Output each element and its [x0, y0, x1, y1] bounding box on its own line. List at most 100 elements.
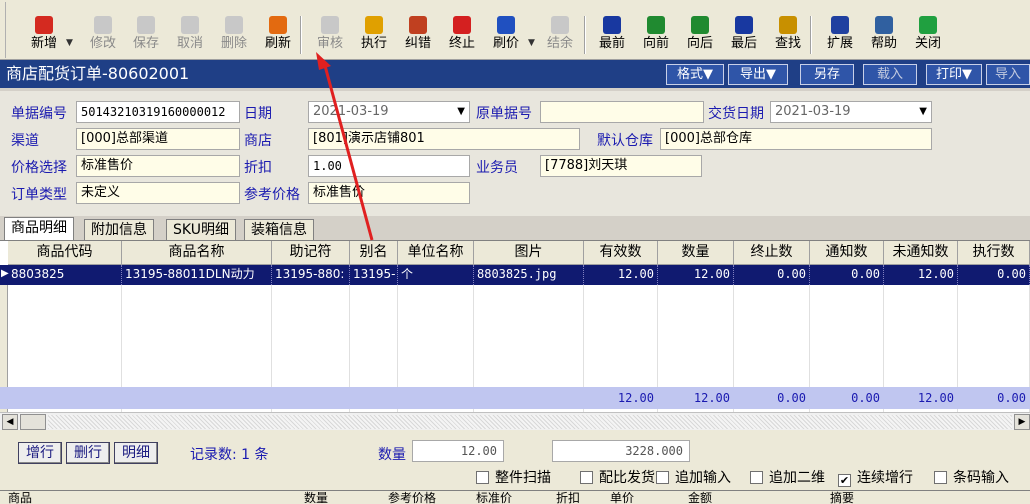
toolbar-correct-button[interactable]: 纠错	[396, 12, 440, 58]
table-cell[interactable]: 8803825	[8, 265, 122, 285]
checkbox-icon[interactable]	[750, 471, 763, 484]
toolbar-help-button[interactable]: 帮助	[862, 12, 906, 58]
column-header[interactable]: 别名	[350, 241, 398, 265]
channel-field[interactable]: [000]总部渠道	[76, 128, 240, 150]
clerk-field[interactable]: [7788]刘天琪	[540, 155, 702, 177]
default-warehouse-field[interactable]: [000]总部仓库	[660, 128, 932, 150]
checkbox-icon[interactable]	[476, 471, 489, 484]
delete-row-button[interactable]: 删行	[66, 442, 110, 464]
table-cell[interactable]: 0.00	[958, 265, 1030, 285]
table-cell[interactable]: 12.00	[584, 265, 658, 285]
column-header[interactable]: 终止数	[734, 241, 810, 265]
cancel-icon	[181, 16, 199, 34]
column-header[interactable]: 助记符	[272, 241, 350, 265]
toolbar-cancel-button[interactable]: 取消	[168, 12, 212, 58]
column-header[interactable]: 执行数	[958, 241, 1030, 265]
ref-price-field[interactable]: 标准售价	[308, 182, 470, 204]
horizontal-scrollbar[interactable]: ◀ ▶	[0, 412, 1030, 430]
date-label: 日期	[244, 106, 272, 122]
table-cell[interactable]: 8803825.jpg	[474, 265, 584, 285]
toolbar-price-button[interactable]: 刷价	[484, 12, 528, 58]
tab-product-detail[interactable]: 商品明细	[4, 217, 74, 240]
column-header[interactable]: 通知数	[810, 241, 884, 265]
price-dropdown-icon[interactable]: ▼	[528, 38, 535, 48]
delivery-date-field[interactable]: 2021-03-19 ▼	[770, 101, 932, 123]
toolbar-audit-button[interactable]: 审核	[308, 12, 352, 58]
discount-field[interactable]: 1.00	[308, 155, 470, 177]
checkbox-icon[interactable]	[656, 471, 669, 484]
table-row[interactable]: ▶ 8803825 13195-88011DLN动力 13195-880: 13195…	[0, 265, 1030, 285]
toolbar-grid-button[interactable]: 扩展	[818, 12, 862, 58]
price-select-field[interactable]: 标准售价	[76, 155, 240, 177]
doc-no-field[interactable]: 50143210319160000012	[76, 101, 240, 123]
toolbar-find-button[interactable]: 查找	[766, 12, 810, 58]
save-as-button[interactable]: 另存	[800, 64, 854, 85]
scroll-right-icon[interactable]: ▶	[1014, 414, 1030, 430]
table-cell[interactable]: 13195-880:	[272, 265, 350, 285]
store-field[interactable]: [801]演示店铺801	[308, 128, 580, 150]
table-cell[interactable]: 个	[398, 265, 474, 285]
column-header[interactable]: 未通知数	[884, 241, 958, 265]
column-header[interactable]: 商品代码	[8, 241, 122, 265]
checkbox-option[interactable]: ✔ 连续增行	[838, 467, 913, 487]
checkbox-option[interactable]: 配比发货	[580, 467, 655, 487]
import-button[interactable]: 导入	[986, 64, 1030, 85]
checkbox-label: 连续增行	[857, 470, 913, 486]
toolbar-balance-button[interactable]: 结余	[538, 12, 582, 58]
toolbar-stop-button[interactable]: 终止	[440, 12, 484, 58]
toolbar-close-button[interactable]: 关闭	[906, 12, 950, 58]
export-menu-button[interactable]: 导出▼	[728, 64, 788, 85]
column-header[interactable]: 商品名称	[122, 241, 272, 265]
table-cell[interactable]: 0.00	[734, 265, 810, 285]
scroll-left-icon[interactable]: ◀	[2, 414, 18, 430]
column-header[interactable]: 有效数	[584, 241, 658, 265]
tab-packing-info[interactable]: 装箱信息	[244, 219, 314, 240]
checkbox-option[interactable]: 追加二维	[750, 467, 825, 487]
checkbox-option[interactable]: 条码输入	[934, 467, 1009, 487]
column-header[interactable]: 单位名称	[398, 241, 474, 265]
checkbox-label: 配比发货	[599, 470, 655, 486]
toolbar-edit-button[interactable]: 修改	[81, 12, 125, 58]
add-row-button[interactable]: 增行	[18, 442, 62, 464]
toolbar-add-button[interactable]: 新增	[22, 12, 66, 58]
toolbar-grip[interactable]	[0, 2, 6, 58]
ref-price-label: 参考价格	[244, 187, 300, 203]
chevron-down-icon[interactable]: ▼	[457, 102, 465, 122]
order-type-field[interactable]: 未定义	[76, 182, 240, 204]
toolbar-save-button[interactable]: 保存	[124, 12, 168, 58]
table-cell[interactable]: 12.00	[884, 265, 958, 285]
checkbox-checked-icon[interactable]: ✔	[838, 474, 851, 487]
toolbar-next-button[interactable]: 向后	[678, 12, 722, 58]
scroll-thumb[interactable]	[20, 414, 46, 430]
table-cell[interactable]: 0.00	[810, 265, 884, 285]
tab-extra-info[interactable]: 附加信息	[84, 219, 154, 240]
table-cell[interactable]: 12.00	[658, 265, 734, 285]
orig-doc-field[interactable]	[540, 101, 704, 123]
chevron-down-icon[interactable]: ▼	[919, 102, 927, 122]
column-header[interactable]: 图片	[474, 241, 584, 265]
scroll-track[interactable]	[48, 415, 1012, 429]
toolbar-refresh-button[interactable]: 刷新	[256, 12, 300, 58]
product-grid[interactable]: 商品代码 商品名称 助记符 别名 单位名称 图片 有效数 数量 终止数 通知数 未通知数 执行数 ▶ …	[0, 240, 1030, 412]
toolbar-last-button[interactable]: 最后	[722, 12, 766, 58]
format-menu-button[interactable]: 格式▼	[666, 64, 724, 85]
detail-button[interactable]: 明细	[114, 442, 158, 464]
toolbar-execute-button[interactable]: 执行	[352, 12, 396, 58]
checkbox-icon[interactable]	[580, 471, 593, 484]
add-dropdown-icon[interactable]: ▼	[66, 38, 73, 48]
table-cell[interactable]: 13195-	[350, 265, 398, 285]
checkbox-icon[interactable]	[934, 471, 947, 484]
toolbar-prev-button[interactable]: 向前	[634, 12, 678, 58]
column-header[interactable]: 数量	[658, 241, 734, 265]
date-field[interactable]: 2021-03-19 ▼	[308, 101, 470, 123]
price-select-label: 价格选择	[11, 160, 67, 176]
checkbox-option[interactable]: 整件扫描	[476, 467, 551, 487]
tab-sku-detail[interactable]: SKU明细	[166, 219, 236, 240]
print-menu-button[interactable]: 打印▼	[926, 64, 982, 85]
load-button[interactable]: 载入	[863, 64, 917, 85]
checkbox-option[interactable]: 追加输入	[656, 467, 731, 487]
toolbar-delete-button[interactable]: 删除	[212, 12, 256, 58]
toolbar-first-button[interactable]: 最前	[590, 12, 634, 58]
table-cell[interactable]: 13195-88011DLN动力	[122, 265, 272, 285]
document-title-bar: 商店配货订单-80602001 格式▼ 导出▼ 另存 载入 打印▼ 导入	[0, 60, 1030, 88]
